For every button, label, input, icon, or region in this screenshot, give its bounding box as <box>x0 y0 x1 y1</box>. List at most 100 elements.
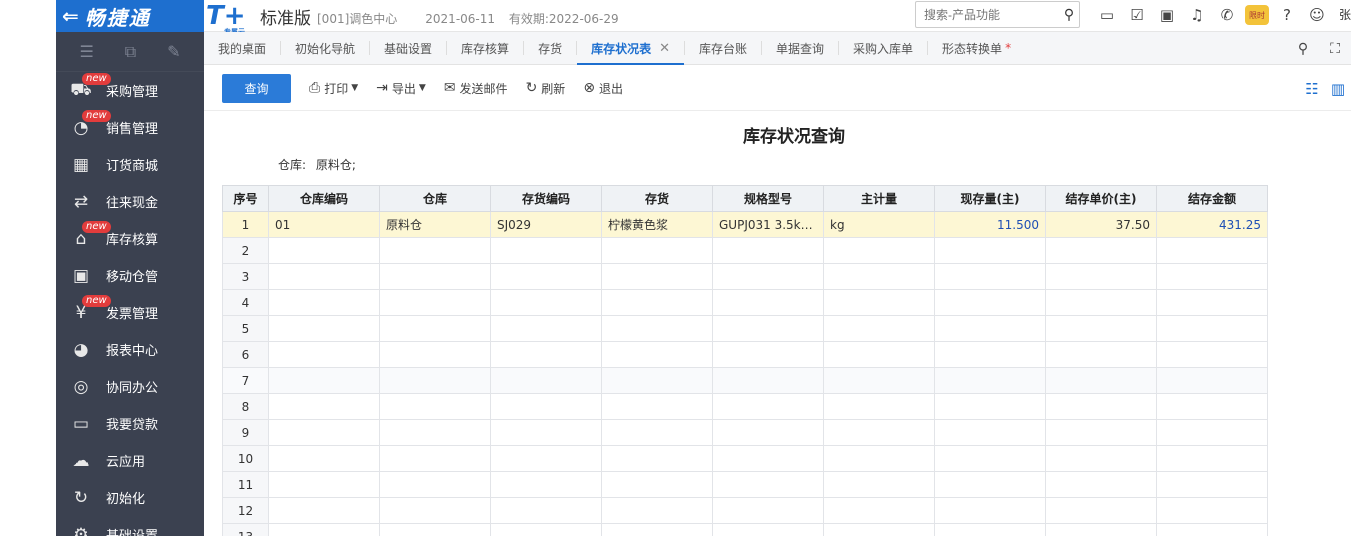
table-cell[interactable] <box>490 393 602 420</box>
checklist-icon[interactable]: ☑ <box>1122 6 1152 24</box>
table-cell[interactable] <box>601 497 713 524</box>
table-cell[interactable] <box>712 497 824 524</box>
table-cell[interactable] <box>823 237 935 264</box>
sidebar-item[interactable]: ☁ 云应用 <box>56 442 204 479</box>
table-cell[interactable] <box>379 497 491 524</box>
table-cell[interactable] <box>712 341 824 368</box>
column-header[interactable]: 存货编码 <box>490 185 602 212</box>
table-row[interactable]: 3 <box>222 263 1268 290</box>
table-cell[interactable] <box>379 315 491 342</box>
tab[interactable]: 库存台账 <box>685 32 761 65</box>
help-icon[interactable]: ? <box>1272 6 1302 24</box>
column-header[interactable]: 结存单价(主) <box>1045 185 1157 212</box>
table-cell[interactable] <box>601 289 713 316</box>
user-name[interactable]: 张 <box>1339 6 1351 23</box>
table-cell[interactable] <box>601 367 713 394</box>
table-cell[interactable] <box>1156 367 1268 394</box>
table-cell[interactable] <box>823 367 935 394</box>
table-cell[interactable]: 01 <box>268 211 380 238</box>
table-cell[interactable] <box>490 263 602 290</box>
table-cell[interactable] <box>1045 471 1157 498</box>
table-cell[interactable] <box>712 263 824 290</box>
table-cell[interactable]: 原料仓 <box>379 211 491 238</box>
table-cell[interactable] <box>601 393 713 420</box>
table-cell[interactable] <box>601 263 713 290</box>
sidebar-item[interactable]: ⇄ 往来现金 <box>56 183 204 220</box>
table-cell[interactable] <box>1156 263 1268 290</box>
table-cell[interactable] <box>1156 315 1268 342</box>
table-cell[interactable] <box>379 445 491 472</box>
table-cell[interactable] <box>379 263 491 290</box>
table-cell[interactable] <box>1045 263 1157 290</box>
table-cell[interactable] <box>490 471 602 498</box>
table-row[interactable]: 9 <box>222 419 1268 446</box>
sidebar-item[interactable]: ⚙ 基础设置 <box>56 516 204 536</box>
table-cell[interactable] <box>490 419 602 446</box>
table-cell[interactable] <box>1045 237 1157 264</box>
column-header[interactable]: 结存金额 <box>1156 185 1268 212</box>
promo-icon[interactable]: 限时 <box>1245 5 1269 25</box>
export-button[interactable]: ⇥ 导出 ▼ <box>376 80 426 97</box>
table-cell[interactable] <box>379 393 491 420</box>
search-input[interactable] <box>924 7 1059 22</box>
table-cell[interactable] <box>268 289 380 316</box>
table-cell[interactable] <box>1045 419 1157 446</box>
column-header[interactable]: 序号 <box>222 185 269 212</box>
table-row[interactable]: 11 <box>222 471 1268 498</box>
table-cell[interactable] <box>823 445 935 472</box>
table-cell[interactable] <box>934 419 1046 446</box>
table-cell[interactable] <box>490 523 602 536</box>
table-cell[interactable] <box>712 393 824 420</box>
table-row[interactable]: 1 01 原料仓 SJ029 柠檬黄色浆 GUPJ031 3.5k… kg 11.500 37.… <box>222 211 1268 238</box>
table-cell[interactable]: GUPJ031 3.5k… <box>712 211 824 238</box>
tab[interactable]: 库存核算 <box>447 32 523 65</box>
sidebar-item[interactable]: ▣ 移动仓管 <box>56 257 204 294</box>
table-cell[interactable]: 柠檬黄色浆 <box>601 211 713 238</box>
table-row[interactable]: 6 <box>222 341 1268 368</box>
table-cell[interactable] <box>379 419 491 446</box>
table-cell[interactable] <box>1045 393 1157 420</box>
table-cell[interactable] <box>268 367 380 394</box>
table-cell[interactable] <box>268 419 380 446</box>
table-cell[interactable] <box>379 289 491 316</box>
table-cell[interactable] <box>823 471 935 498</box>
table-cell[interactable] <box>601 445 713 472</box>
tab[interactable]: 形态转换单 * <box>928 32 1025 65</box>
table-cell[interactable] <box>268 341 380 368</box>
table-cell[interactable] <box>601 341 713 368</box>
column-header[interactable]: 现存量(主) <box>934 185 1046 212</box>
query-button[interactable]: 查询 <box>222 73 291 103</box>
sidebar-item[interactable]: ◎ 协同办公 <box>56 368 204 405</box>
send-mail-button[interactable]: ✉ 发送邮件 <box>444 80 508 97</box>
table-cell[interactable] <box>1045 315 1157 342</box>
table-cell[interactable] <box>712 445 824 472</box>
sidebar-item[interactable]: ◔ 销售管理 new <box>56 109 204 146</box>
table-cell[interactable] <box>601 419 713 446</box>
table-cell[interactable] <box>1045 497 1157 524</box>
column-header[interactable]: 仓库 <box>379 185 491 212</box>
table-row[interactable]: 4 <box>222 289 1268 316</box>
table-cell[interactable] <box>379 367 491 394</box>
table-cell[interactable]: 11.500 <box>934 211 1046 238</box>
table-cell[interactable] <box>268 497 380 524</box>
table-cell[interactable] <box>490 289 602 316</box>
close-icon[interactable]: ✕ <box>659 41 670 56</box>
table-cell[interactable]: kg <box>823 211 935 238</box>
table-cell[interactable] <box>934 289 1046 316</box>
phone-icon[interactable]: ✆ <box>1212 6 1242 24</box>
table-cell[interactable] <box>712 523 824 536</box>
table-cell[interactable] <box>490 237 602 264</box>
search-icon[interactable]: ⚲ <box>1287 41 1319 57</box>
grid-icon[interactable]: ⧉ <box>125 42 136 62</box>
table-cell[interactable] <box>934 315 1046 342</box>
table-row[interactable]: 8 <box>222 393 1268 420</box>
table-cell[interactable] <box>934 497 1046 524</box>
tab[interactable]: 采购入库单 <box>839 32 927 65</box>
table-cell[interactable] <box>1156 393 1268 420</box>
sidebar-item[interactable]: ↻ 初始化 <box>56 479 204 516</box>
table-cell[interactable] <box>601 471 713 498</box>
table-cell[interactable] <box>712 315 824 342</box>
table-cell[interactable] <box>601 523 713 536</box>
table-cell[interactable] <box>1045 367 1157 394</box>
table-cell[interactable]: 37.50 <box>1045 211 1157 238</box>
